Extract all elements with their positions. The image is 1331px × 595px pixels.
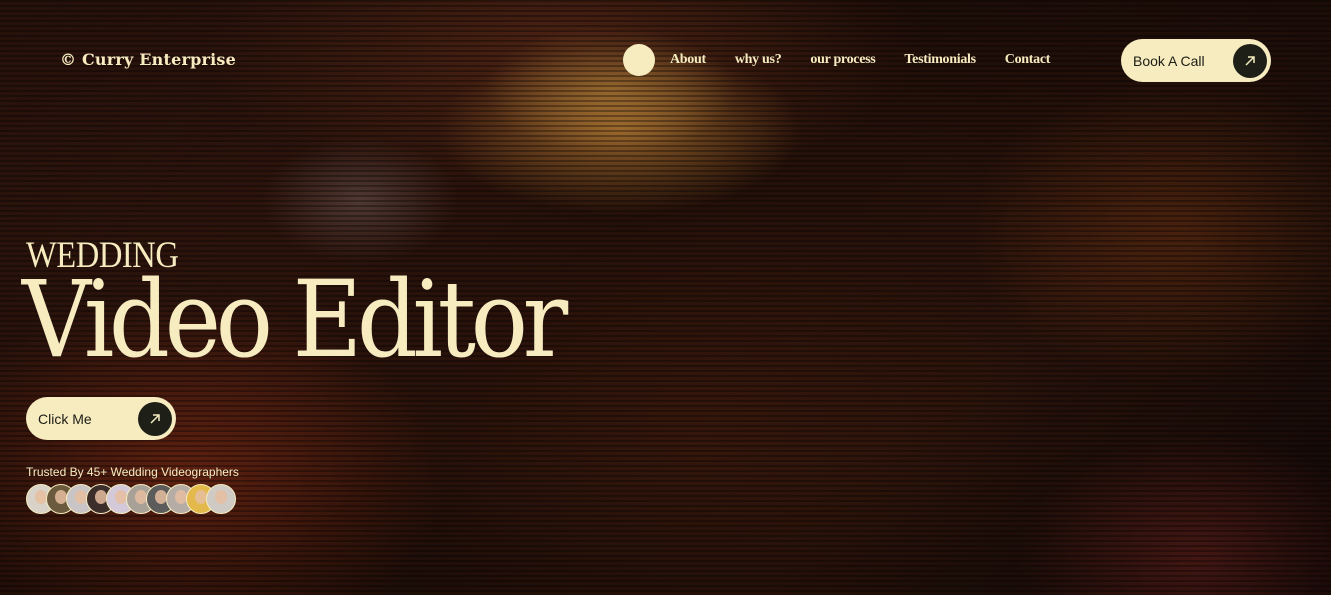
click-me-button[interactable]: Click Me [26,397,176,440]
nav-why-us[interactable]: why us? [735,52,782,68]
nav-contact[interactable]: Contact [1005,52,1051,68]
trusted-by-text: Trusted By 45+ Wedding Videographers [26,465,239,479]
avatar [206,484,236,514]
brand-logo[interactable]: © Curry Enterprise [60,50,236,69]
book-a-call-label: Book A Call [1133,52,1205,69]
main-nav: About why us? our process Testimonials C… [623,44,1079,76]
click-me-label: Click Me [38,410,92,427]
nav-testimonials[interactable]: Testimonials [904,52,976,68]
book-a-call-button[interactable]: Book A Call [1121,39,1271,82]
nav-about[interactable]: About [670,52,706,68]
arrow-up-right-icon [1233,43,1267,78]
nav-our-process[interactable]: our process [810,52,875,68]
nav-dot-icon[interactable] [623,44,655,76]
hero-title: Video Editor [22,258,568,381]
avatar-stack [26,484,236,516]
arrow-up-right-icon [138,401,172,436]
